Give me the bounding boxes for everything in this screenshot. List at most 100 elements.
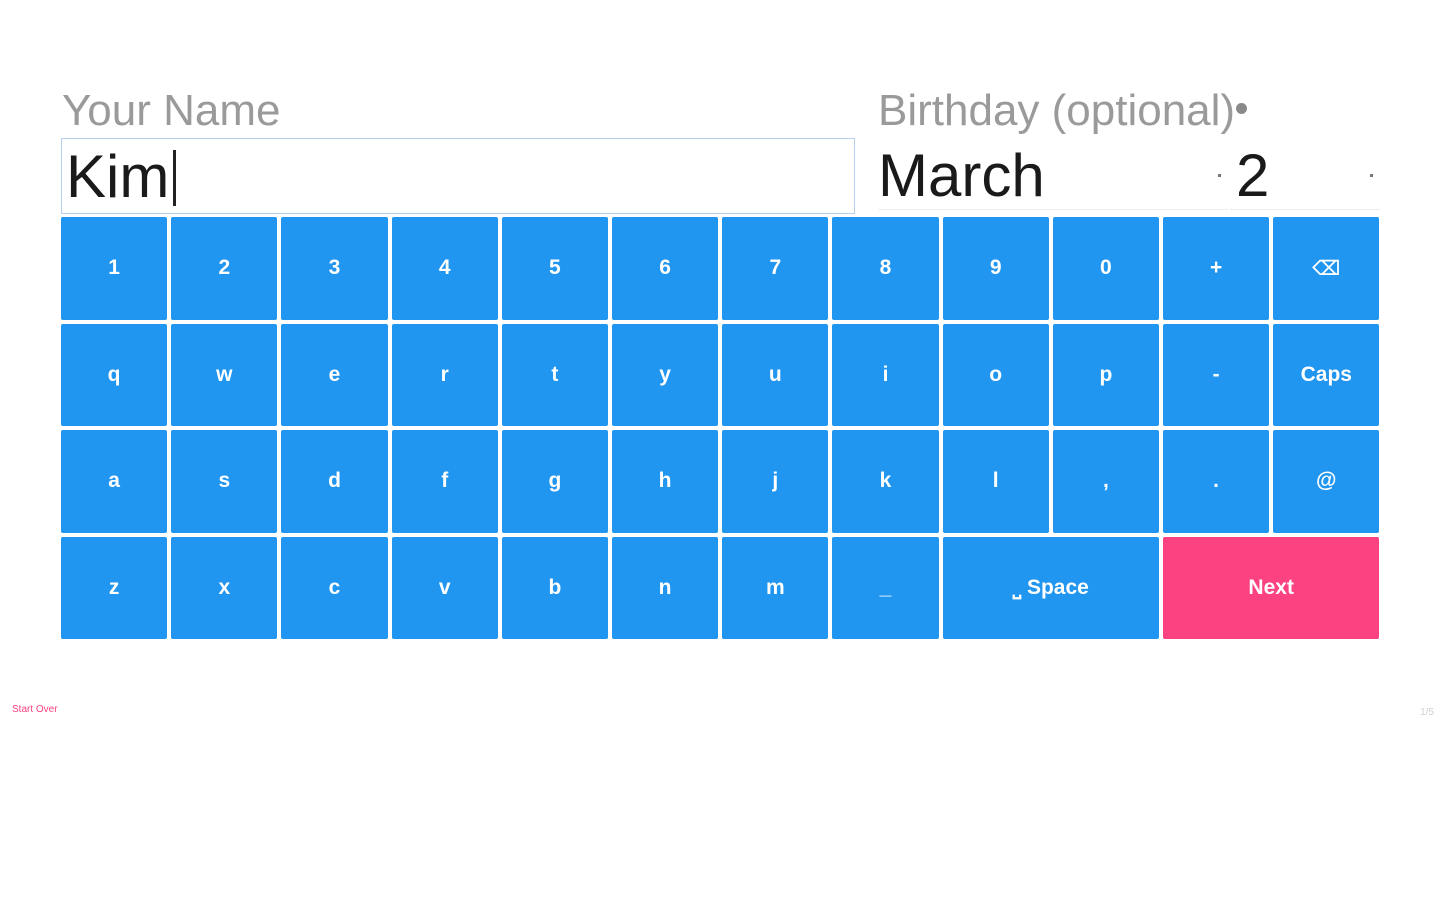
key-period[interactable]: . [1163,430,1270,533]
key-label: d [328,469,341,493]
start-over-link[interactable]: Start Over [12,704,58,715]
key-p[interactable]: p [1052,323,1159,426]
birthday-month-value: March [878,142,1045,209]
key-label: 6 [659,256,671,280]
key-label: t [551,362,559,386]
page-indicator: 1/5 [1420,707,1434,718]
key-d[interactable]: d [281,430,388,533]
key-7[interactable]: 7 [722,217,829,320]
key-h[interactable]: h [612,430,719,533]
key-label: 9 [989,256,1002,280]
info-icon[interactable] [1236,103,1248,114]
key-4[interactable]: 4 [391,217,498,320]
key-label: p [1099,362,1113,386]
key-8[interactable]: 8 [832,217,939,320]
key-y[interactable]: y [612,323,719,426]
key-plus[interactable]: + [1163,217,1270,320]
birthday-label-container: Birthday (optional) [878,86,1248,136]
month-underline [878,209,1228,210]
key-n[interactable]: n [612,536,719,639]
key-label: c [328,575,341,599]
birthday-day-select[interactable]: 2 [1230,138,1380,214]
key-label: ⎵ Space [1012,575,1089,599]
key-f[interactable]: f [391,430,498,533]
name-label: Your Name [62,86,281,135]
key-g[interactable]: g [501,430,608,533]
key-label: y [659,362,671,386]
key-5[interactable]: 5 [501,217,608,320]
key-t[interactable]: t [501,323,608,426]
key-label: + [1209,256,1223,280]
key-0[interactable]: 0 [1052,217,1159,320]
key-minus[interactable]: - [1163,323,1270,426]
key-label: r [440,362,449,386]
key-l[interactable]: l [942,430,1049,533]
key-v[interactable]: v [391,536,498,639]
key-label: u [768,362,782,386]
key-9[interactable]: 9 [942,217,1049,320]
key-label: Next [1248,575,1294,599]
key-label: 2 [218,256,231,280]
key-u[interactable]: u [722,323,829,426]
key-comma[interactable]: , [1052,430,1159,533]
key-label: e [328,362,341,386]
key-label: f [441,469,449,493]
key-label: 4 [438,256,451,280]
key-label: _ [879,575,892,599]
backspace-icon: ⌫ [1312,257,1341,280]
key-label: w [216,362,233,386]
key-s[interactable]: s [171,430,278,533]
birthday-day-value: 2 [1236,142,1270,209]
key-label: q [107,362,121,386]
name-input[interactable]: Kim [61,138,855,214]
key-label: - [1212,362,1220,386]
key-3[interactable]: 3 [281,217,388,320]
birthday-label: Birthday (optional) [878,86,1236,135]
key-label: , [1102,469,1109,493]
key-underscore[interactable]: _ [832,536,939,639]
text-caret [173,150,177,207]
key-q[interactable]: q [61,323,168,426]
key-label: g [548,469,562,493]
key-label: @ [1316,469,1337,493]
key-next[interactable]: Next [1163,536,1380,639]
key-z[interactable]: z [61,536,168,639]
kiosk-page: Your Name Birthday (optional) Kim March … [0,0,1440,900]
key-label: s [218,469,231,493]
key-label: 1 [108,256,120,280]
birthday-month-select[interactable]: March [878,138,1228,214]
key-r[interactable]: r [391,323,498,426]
day-dropdown-arrow-icon [1370,174,1373,177]
key-i[interactable]: i [832,323,939,426]
key-o[interactable]: o [942,323,1049,426]
key-x[interactable]: x [171,536,278,639]
key-backspace[interactable]: ⌫ [1273,217,1380,320]
key-label: z [108,575,120,599]
month-dropdown-arrow-icon [1218,174,1221,177]
key-label: l [992,469,999,493]
key-label: o [989,362,1003,386]
key-caps[interactable]: Caps [1273,323,1380,426]
key-a[interactable]: a [61,430,168,533]
key-label: x [218,575,231,599]
key-w[interactable]: w [171,323,278,426]
key-1[interactable]: 1 [61,217,168,320]
key-b[interactable]: b [501,536,608,639]
key-label: 0 [1100,256,1112,280]
key-label: k [879,469,892,493]
key-label: 7 [769,256,782,280]
key-6[interactable]: 6 [612,217,719,320]
key-k[interactable]: k [832,430,939,533]
key-j[interactable]: j [722,430,829,533]
day-underline [1230,209,1380,210]
key-e[interactable]: e [281,323,388,426]
key-label: v [438,575,451,599]
key-space[interactable]: ⎵ Space [942,536,1159,639]
key-c[interactable]: c [281,536,388,639]
name-input-value-container: Kim [66,145,177,209]
key-label: Caps [1300,362,1352,386]
key-at[interactable]: @ [1273,430,1380,533]
key-m[interactable]: m [722,536,829,639]
key-2[interactable]: 2 [171,217,278,320]
key-label: a [108,469,120,493]
